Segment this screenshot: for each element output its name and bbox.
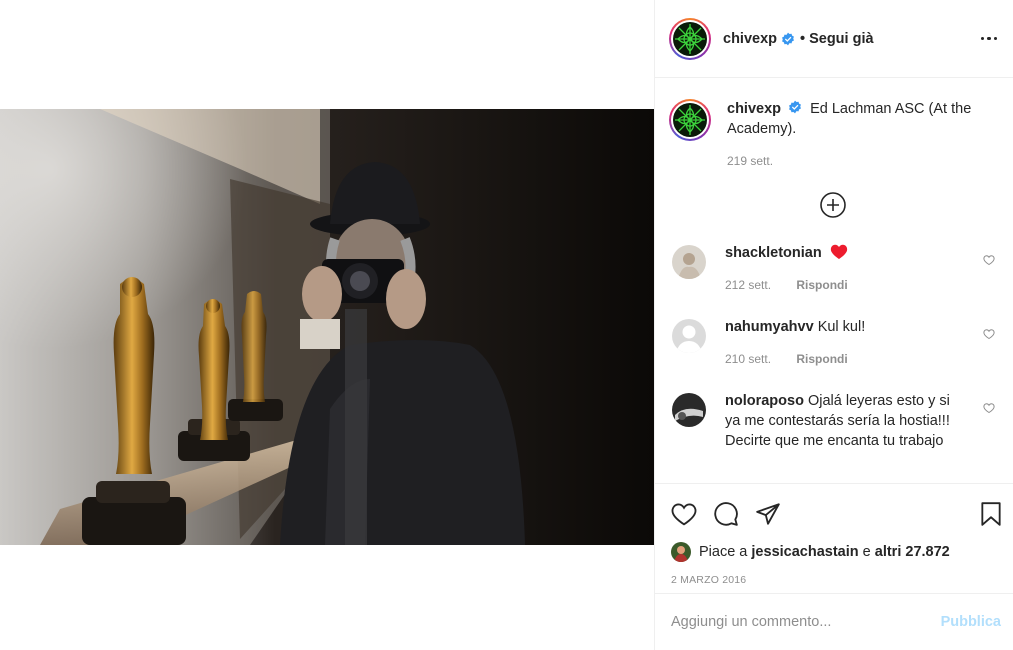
post-details-panel: chivexp • Segui già chivexp Ed Lachman A… — [654, 0, 1013, 650]
comment-item: shackletonian 212 sett. Rispondi — [669, 243, 997, 295]
author-username[interactable]: chivexp — [723, 31, 777, 47]
comment-like-heart-icon[interactable] — [983, 253, 995, 271]
add-comment-bar: Pubblica — [655, 593, 1013, 650]
post-caption: chivexp Ed Lachman ASC (At the Academy).… — [669, 79, 997, 171]
comment-username[interactable]: nahumyahvv — [725, 319, 814, 335]
following-button[interactable]: Segui già — [809, 31, 873, 47]
likes-others[interactable]: altri 27.872 — [875, 544, 950, 560]
like-heart-icon[interactable] — [671, 502, 697, 526]
save-bookmark-icon[interactable] — [979, 501, 1003, 527]
post-date[interactable]: 2 MARZO 2016 — [671, 574, 997, 586]
reply-button[interactable]: Rispondi — [796, 278, 847, 292]
publish-button[interactable]: Pubblica — [941, 614, 1001, 630]
comment-bubble-icon[interactable] — [713, 501, 739, 527]
commenter-avatar[interactable] — [672, 245, 706, 279]
post-photo[interactable] — [0, 109, 654, 545]
comment-time[interactable]: 210 sett. — [725, 352, 771, 366]
share-send-icon[interactable] — [755, 502, 781, 526]
comment-like-heart-icon[interactable] — [983, 327, 995, 345]
more-options-icon[interactable] — [980, 31, 997, 47]
post-media — [0, 0, 654, 650]
post-header: chivexp • Segui già — [655, 0, 1013, 78]
likes-conj: e — [862, 544, 871, 560]
caption-username[interactable]: chivexp — [727, 101, 781, 117]
verified-badge-icon — [781, 32, 795, 46]
likes-user[interactable]: jessicachastain — [751, 544, 858, 560]
caption-avatar[interactable] — [669, 99, 711, 141]
add-comment-input[interactable] — [671, 614, 941, 630]
comment-text: Kul kul! — [817, 319, 866, 335]
author-avatar[interactable] — [669, 17, 711, 60]
likes-prefix: Piace a — [699, 544, 748, 560]
post-actions: Piace a jessicachastain e altri 27.872 2… — [655, 483, 1013, 593]
comment-item: noloraposo Ojalá leyeras esto y si ya me… — [669, 391, 997, 451]
comment-item: nahumyahvv Kul kul! 210 sett. Rispondi — [669, 317, 997, 369]
commenter-avatar[interactable] — [672, 393, 706, 427]
header-separator: • — [800, 30, 806, 47]
caption-time[interactable]: 219 sett. — [727, 151, 977, 171]
comment-username[interactable]: noloraposo — [725, 393, 804, 409]
likes-summary: Piace a jessicachastain e altri 27.872 — [671, 542, 997, 562]
load-more-comments[interactable] — [669, 191, 997, 219]
comment-time[interactable]: 212 sett. — [725, 278, 771, 292]
verified-badge-icon — [788, 100, 802, 114]
commenter-avatar[interactable] — [672, 319, 706, 353]
comment-like-heart-icon[interactable] — [983, 401, 995, 419]
comment-username[interactable]: shackletonian — [725, 245, 822, 261]
reply-button[interactable]: Rispondi — [796, 352, 847, 366]
red-heart-icon — [830, 243, 848, 260]
liker-avatar[interactable] — [671, 542, 691, 562]
comments-list[interactable]: chivexp Ed Lachman ASC (At the Academy).… — [655, 79, 1013, 483]
plus-circle-icon[interactable] — [819, 191, 847, 219]
